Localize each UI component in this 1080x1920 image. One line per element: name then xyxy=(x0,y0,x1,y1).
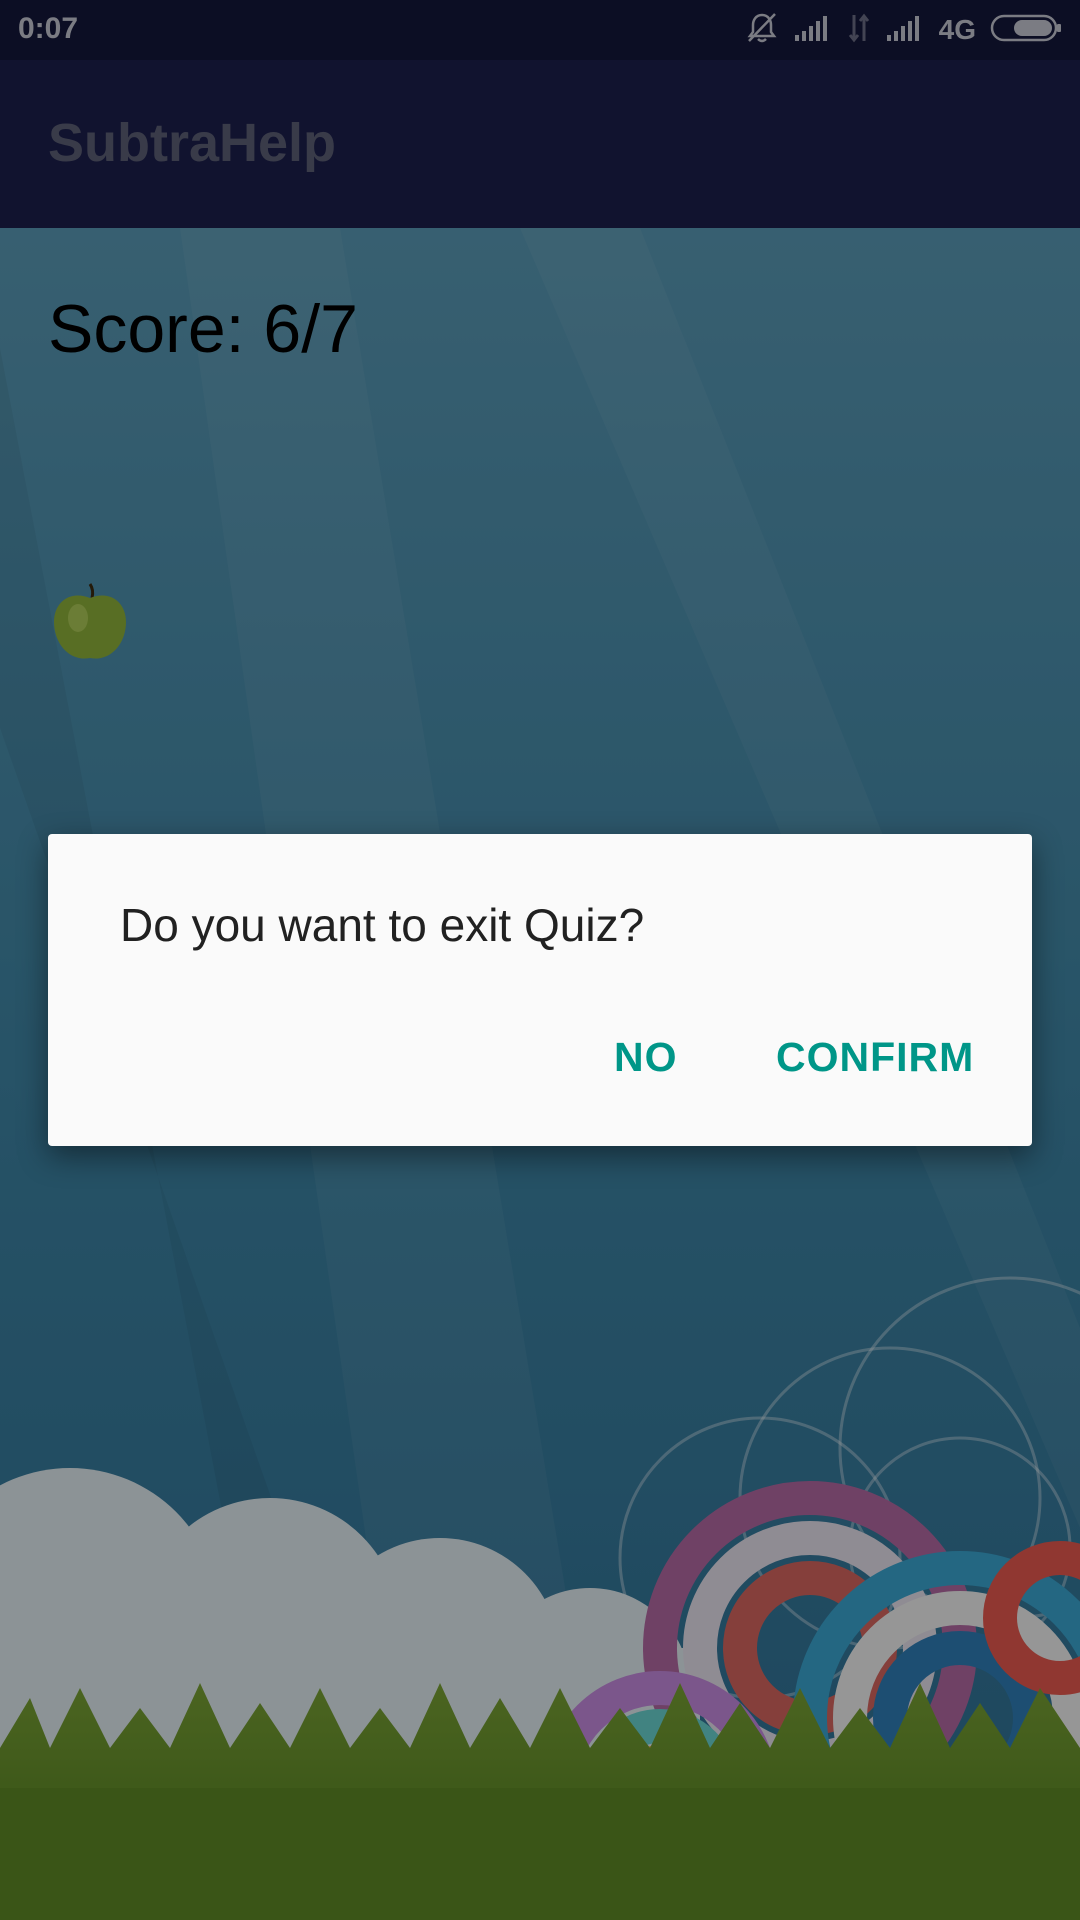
no-button[interactable]: NO xyxy=(614,1034,678,1081)
exit-quiz-dialog: Do you want to exit Quiz? NO CONFIRM xyxy=(48,834,1032,1146)
screen: 0:07 4G SubtraHelp Score: 6/7 Do you wan… xyxy=(0,0,1080,1920)
dialog-message: Do you want to exit Quiz? xyxy=(120,899,645,951)
confirm-button[interactable]: CONFIRM xyxy=(776,1034,974,1081)
